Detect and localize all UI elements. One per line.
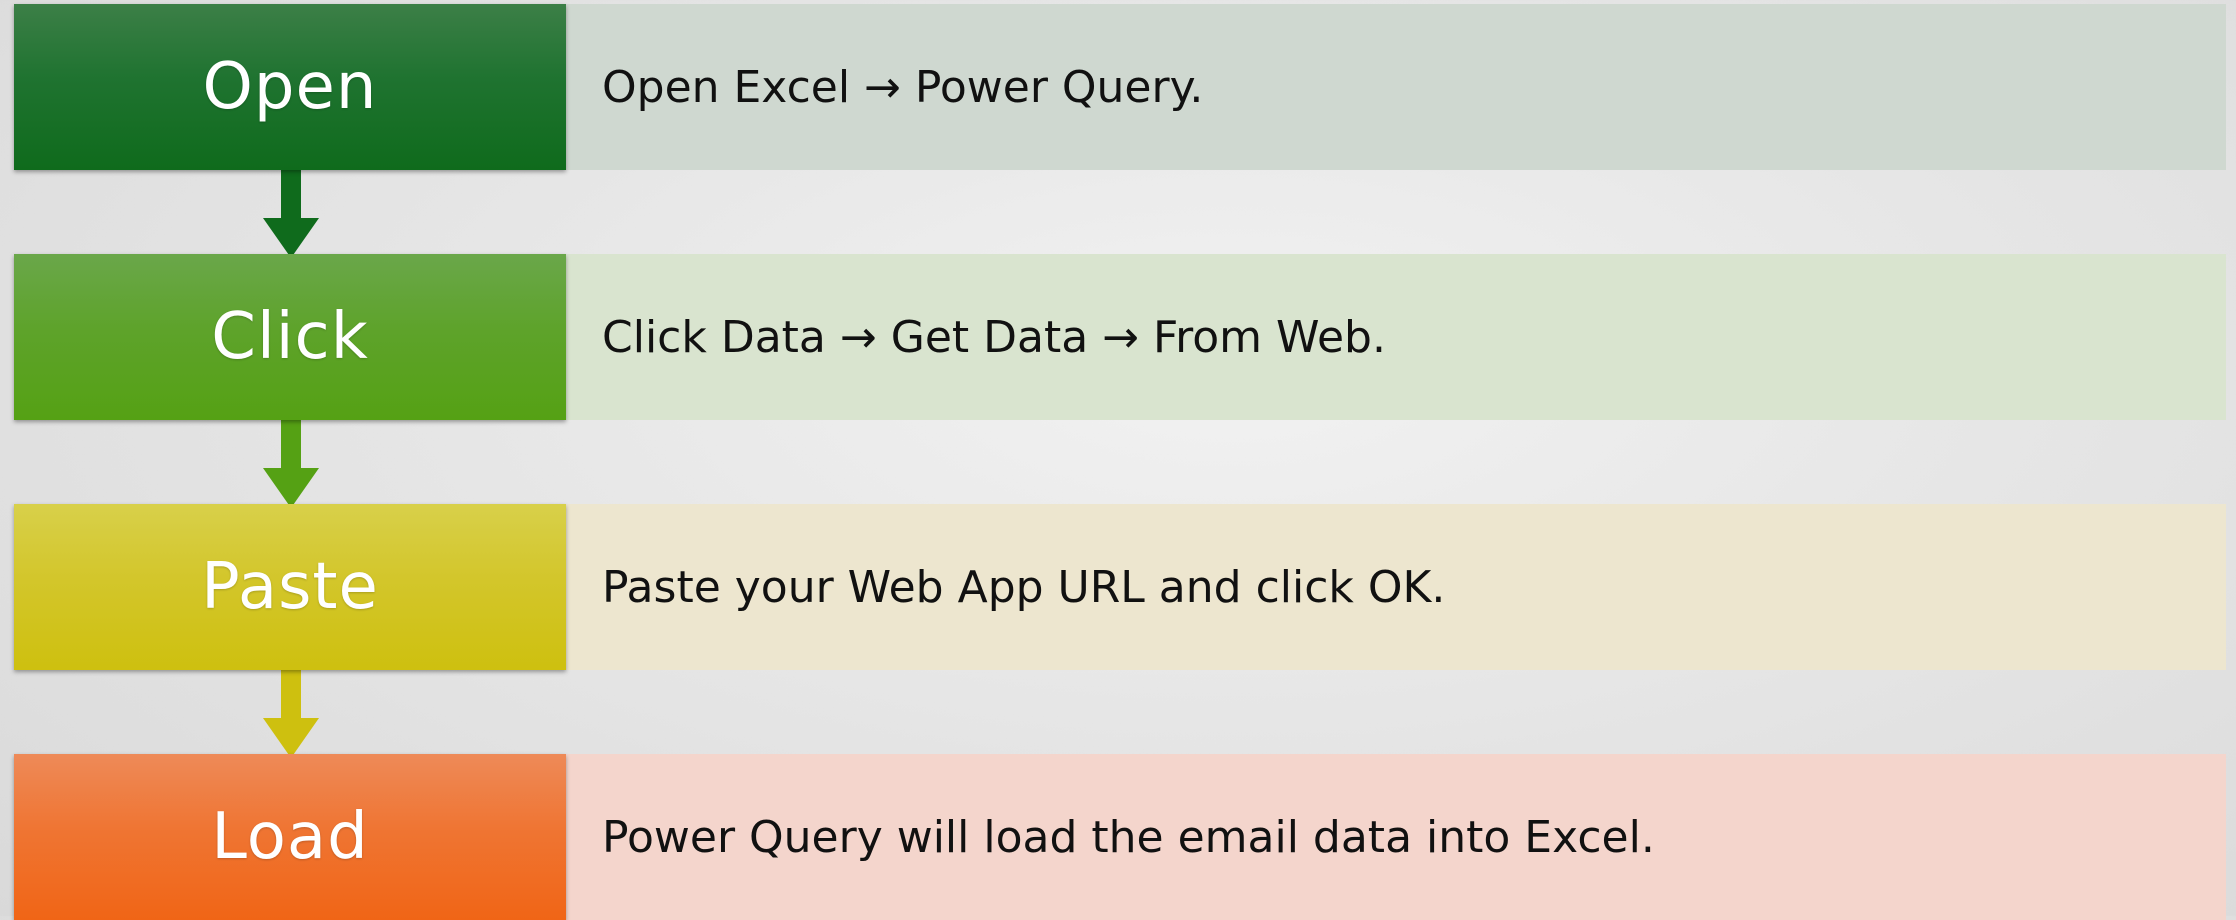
step-paste-label-box: Paste [14,504,566,670]
step-click-description-box: Click Data → Get Data → From Web. [566,254,2226,420]
connector-open-to-click [263,166,319,258]
step-open-label-box: Open [14,4,566,170]
step-open-label: Open [202,50,378,124]
step-click-label: Click [211,300,369,374]
step-open: Open Open Excel → Power Query. [14,4,2226,170]
step-load-description: Power Query will load the email data int… [602,811,1655,863]
step-click-label-box: Click [14,254,566,420]
step-click-description: Click Data → Get Data → From Web. [602,311,1386,363]
step-paste-label: Paste [201,550,379,624]
step-paste-description: Paste your Web App URL and click OK. [602,561,1446,613]
step-load-description-box: Power Query will load the email data int… [566,754,2226,920]
step-load-label: Load [211,800,369,874]
step-open-description-box: Open Excel → Power Query. [566,4,2226,170]
process-flow-diagram: Open Open Excel → Power Query. Click Cli… [0,0,2236,920]
connector-click-to-paste [263,416,319,508]
step-paste: Paste Paste your Web App URL and click O… [14,504,2226,670]
step-load-label-box: Load [14,754,566,920]
step-paste-description-box: Paste your Web App URL and click OK. [566,504,2226,670]
step-load: Load Power Query will load the email dat… [14,754,2226,920]
step-click: Click Click Data → Get Data → From Web. [14,254,2226,420]
connector-paste-to-load [263,666,319,758]
step-open-description: Open Excel → Power Query. [602,61,1204,113]
